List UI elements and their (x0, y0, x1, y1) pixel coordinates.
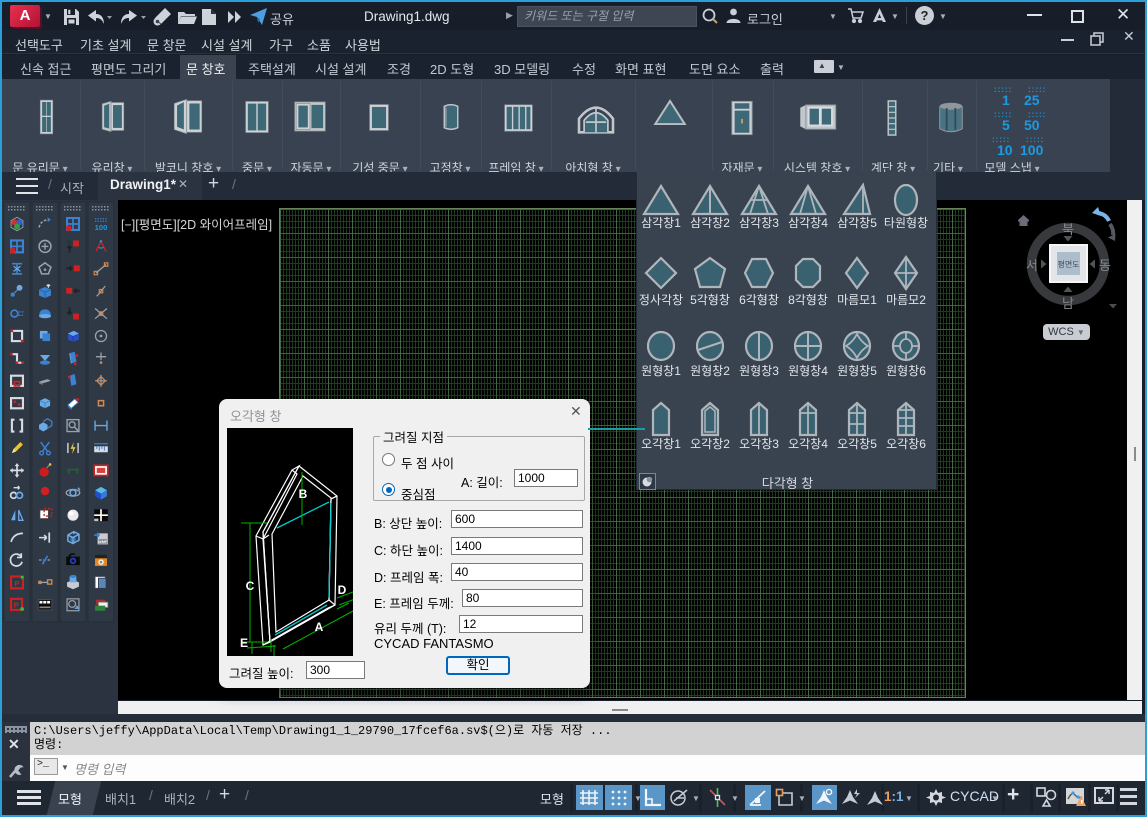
svg-text:E: E (240, 636, 248, 650)
svg-text:P: P (14, 600, 19, 609)
svg-text:100: 100 (95, 223, 108, 232)
svg-text:남: 남 (1062, 296, 1074, 311)
svg-text:평면도: 평면도 (1057, 259, 1079, 269)
svg-text:동: 동 (1099, 258, 1111, 273)
svg-text:A: A (315, 620, 324, 634)
svg-text:WMF: WMF (98, 540, 108, 544)
svg-text:D: D (338, 583, 347, 597)
svg-text:북: 북 (1062, 222, 1074, 237)
svg-text:서: 서 (1026, 258, 1038, 273)
svg-text:P: P (14, 579, 19, 588)
svg-text:B: B (299, 487, 308, 501)
svg-text:C: C (246, 579, 255, 593)
